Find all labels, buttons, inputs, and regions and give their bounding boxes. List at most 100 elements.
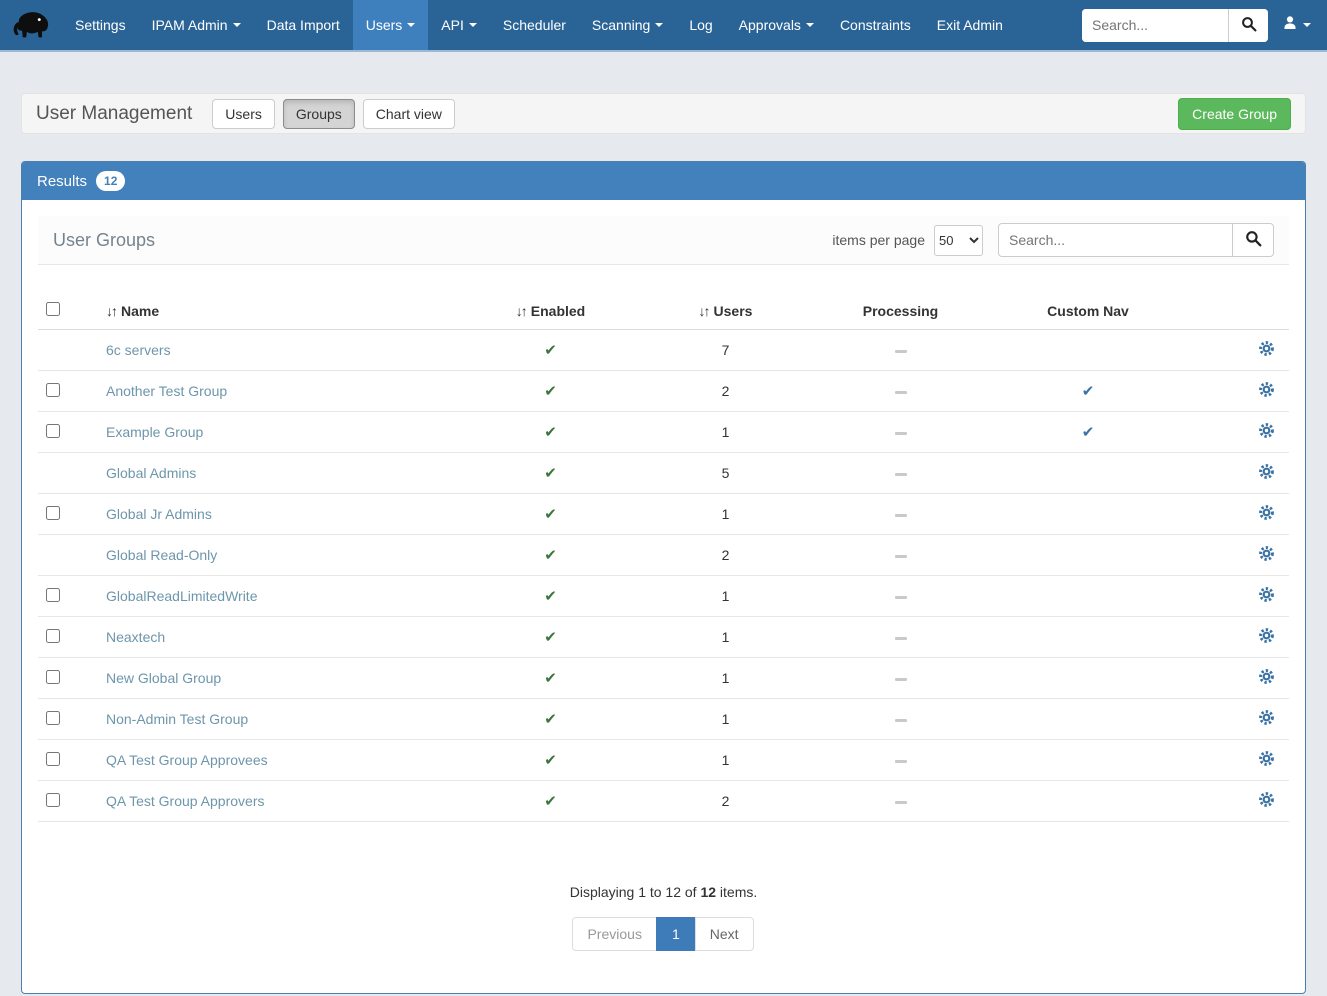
nav-item-users[interactable]: Users — [353, 0, 429, 50]
caret-down-icon — [806, 23, 814, 27]
row-checkbox[interactable] — [46, 711, 60, 725]
processing-cell — [808, 494, 993, 535]
group-name-link[interactable]: Neaxtech — [106, 629, 165, 645]
row-checkbox[interactable] — [46, 506, 60, 520]
tab-users[interactable]: Users — [212, 99, 275, 129]
enabled-cell: ✔ — [458, 412, 643, 453]
processing-cell — [808, 699, 993, 740]
group-name-link[interactable]: New Global Group — [106, 670, 221, 686]
tab-chart-view[interactable]: Chart view — [363, 99, 455, 129]
gear-icon[interactable] — [1258, 750, 1275, 767]
gear-icon[interactable] — [1258, 709, 1275, 726]
users-count-cell: 2 — [643, 535, 808, 576]
dash-icon — [895, 391, 907, 394]
actions-cell — [1183, 330, 1289, 371]
nav-item-label: Exit Admin — [937, 17, 1003, 33]
enabled-cell: ✔ — [458, 494, 643, 535]
nav-item-settings[interactable]: Settings — [62, 0, 139, 50]
pagination-page-1[interactable]: 1 — [656, 917, 696, 951]
table-search-input[interactable] — [998, 223, 1232, 257]
gear-icon[interactable] — [1258, 422, 1275, 439]
table-toolbar-right: items per page 50 — [832, 223, 1274, 257]
group-name-link[interactable]: QA Test Group Approvees — [106, 752, 268, 768]
dash-icon — [895, 514, 907, 517]
actions-cell — [1183, 535, 1289, 576]
group-name-link[interactable]: Another Test Group — [106, 383, 227, 399]
nav-item-data-import[interactable]: Data Import — [254, 0, 353, 50]
row-checkbox[interactable] — [46, 793, 60, 807]
nav-item-ipam-admin[interactable]: IPAM Admin — [139, 0, 254, 50]
row-checkbox[interactable] — [46, 424, 60, 438]
nav-item-log[interactable]: Log — [676, 0, 725, 50]
gear-icon[interactable] — [1258, 463, 1275, 480]
gear-icon[interactable] — [1258, 381, 1275, 398]
group-name-link[interactable]: QA Test Group Approvers — [106, 793, 265, 809]
nav-item-approvals[interactable]: Approvals — [726, 0, 827, 50]
gear-icon[interactable] — [1258, 586, 1275, 603]
group-name-cell: New Global Group — [98, 658, 458, 699]
processing-cell — [808, 330, 993, 371]
displaying-suffix: items. — [716, 884, 757, 900]
gear-icon[interactable] — [1258, 340, 1275, 357]
custom-nav-cell: ✔ — [993, 371, 1183, 412]
nav-item-constraints[interactable]: Constraints — [827, 0, 924, 50]
column-header-name[interactable]: ↓↑Name — [98, 292, 458, 330]
dash-icon — [895, 719, 907, 722]
column-header-users[interactable]: ↓↑Users — [643, 292, 808, 330]
enabled-check-icon: ✔ — [544, 793, 557, 810]
table-row: Global Read-Only✔2 — [38, 535, 1289, 576]
group-name-link[interactable]: Global Jr Admins — [106, 506, 212, 522]
user-groups-table: ↓↑Name ↓↑Enabled ↓↑Users Processing Cust — [38, 292, 1289, 822]
gear-icon[interactable] — [1258, 668, 1275, 685]
pagination-next[interactable]: Next — [695, 917, 754, 951]
global-search-button[interactable] — [1228, 9, 1268, 42]
pagination-previous[interactable]: Previous — [572, 917, 656, 951]
custom-nav-cell: ✔ — [993, 412, 1183, 453]
group-name-link[interactable]: GlobalReadLimitedWrite — [106, 588, 257, 604]
nav-item-api[interactable]: API — [428, 0, 490, 50]
group-name-link[interactable]: 6c servers — [106, 342, 171, 358]
table-toolbar: User Groups items per page 50 — [38, 216, 1289, 265]
row-checkbox[interactable] — [46, 752, 60, 766]
row-select-cell — [38, 535, 98, 576]
nav-item-label: Data Import — [267, 17, 340, 33]
table-row: 6c servers✔7 — [38, 330, 1289, 371]
create-group-button[interactable]: Create Group — [1178, 98, 1291, 130]
custom-nav-cell — [993, 576, 1183, 617]
gear-icon[interactable] — [1258, 627, 1275, 644]
row-select-cell — [38, 576, 98, 617]
enabled-check-icon: ✔ — [544, 588, 557, 605]
table-search-button[interactable] — [1232, 223, 1274, 257]
nav-item-exit-admin[interactable]: Exit Admin — [924, 0, 1016, 50]
processing-cell — [808, 781, 993, 822]
gear-icon[interactable] — [1258, 791, 1275, 808]
tab-groups[interactable]: Groups — [283, 99, 355, 129]
mammoth-logo-icon[interactable] — [0, 0, 62, 50]
dash-icon — [895, 637, 907, 640]
row-checkbox[interactable] — [46, 588, 60, 602]
row-select-cell — [38, 658, 98, 699]
select-all-checkbox[interactable] — [46, 302, 60, 316]
row-checkbox[interactable] — [46, 629, 60, 643]
global-search-input[interactable] — [1082, 9, 1228, 42]
actions-cell — [1183, 576, 1289, 617]
dash-icon — [895, 596, 907, 599]
enabled-cell: ✔ — [458, 740, 643, 781]
nav-item-scheduler[interactable]: Scheduler — [490, 0, 579, 50]
column-header-enabled[interactable]: ↓↑Enabled — [458, 292, 643, 330]
user-menu[interactable] — [1282, 15, 1311, 36]
column-label: Name — [121, 303, 159, 319]
gear-icon[interactable] — [1258, 504, 1275, 521]
group-name-link[interactable]: Example Group — [106, 424, 203, 440]
gear-icon[interactable] — [1258, 545, 1275, 562]
row-checkbox[interactable] — [46, 383, 60, 397]
group-name-link[interactable]: Global Admins — [106, 465, 196, 481]
group-name-link[interactable]: Global Read-Only — [106, 547, 217, 563]
items-per-page-select[interactable]: 50 — [934, 225, 983, 256]
enabled-check-icon: ✔ — [544, 383, 557, 400]
row-checkbox[interactable] — [46, 670, 60, 684]
nav-item-scanning[interactable]: Scanning — [579, 0, 676, 50]
dash-icon — [895, 760, 907, 763]
dash-icon — [895, 801, 907, 804]
group-name-link[interactable]: Non-Admin Test Group — [106, 711, 248, 727]
